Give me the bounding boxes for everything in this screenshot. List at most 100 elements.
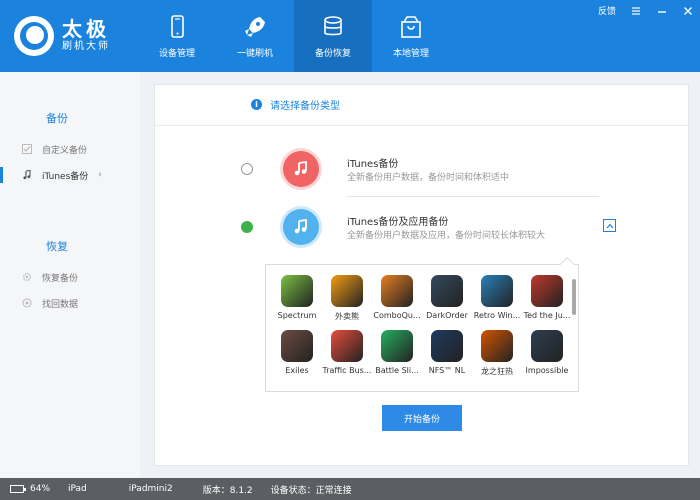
nav-label: 本地管理	[392, 48, 429, 59]
status-bar: 64% iPad iPadmini2 版本：8.1.2 设备状态：正常连接	[0, 478, 700, 500]
panel-title: i 请选择备份类型	[251, 97, 340, 112]
app-icon	[331, 275, 363, 307]
battery-icon	[10, 485, 26, 493]
device-state: 设备状态：正常连接	[270, 485, 352, 496]
app-icon	[531, 330, 563, 362]
app-label: Ted the Ju...	[523, 311, 571, 320]
sidebar-item-restore-backup[interactable]: 恢复备份	[0, 264, 140, 290]
app-item[interactable]: Exiles	[272, 330, 322, 377]
app-label: ComboQu...	[373, 311, 421, 320]
app-icon	[331, 330, 363, 362]
device-name: iPadmini2	[128, 484, 173, 494]
music-note-icon	[283, 209, 319, 245]
target-icon	[22, 298, 32, 308]
option-itunes-backup[interactable]: iTunes备份 全新备份用户数据，备份时间和体积适中	[241, 149, 621, 189]
taichi-logo-icon	[14, 16, 54, 56]
menu-icon[interactable]	[630, 5, 642, 17]
app-icon	[381, 330, 413, 362]
app-label: 外卖熊	[335, 312, 359, 321]
minimize-icon[interactable]	[656, 5, 668, 17]
option-description: 全新备份用户数据及应用，备份时间较长体积较大	[347, 231, 546, 241]
app-item[interactable]: Battle Sli...	[372, 330, 422, 377]
app-item[interactable]: NFS™ NL	[422, 330, 472, 377]
close-icon[interactable]	[682, 5, 694, 17]
radio-itunes-backup[interactable]	[241, 163, 253, 175]
option-name: iTunes备份及应用备份	[347, 217, 449, 228]
app-icon	[531, 275, 563, 307]
music-note-icon	[22, 170, 32, 180]
app-header: 太极 刷机大师 设备管理 一键刷机 备份恢复 本地管理 反馈	[0, 0, 700, 72]
sidebar-item-label: 找回数据	[42, 299, 79, 310]
app-item[interactable]: Spectrum	[272, 275, 322, 322]
sidebar: 备份 自定义备份 iTunes备份 › 恢复 恢复备份 找回数据	[0, 72, 140, 478]
app-item[interactable]: ComboQu...	[372, 275, 422, 322]
app-icon	[281, 275, 313, 307]
phone-icon	[171, 14, 184, 38]
app-icon	[481, 330, 513, 362]
sidebar-item-itunes-backup[interactable]: iTunes备份 ›	[0, 162, 140, 188]
app-list-box: Spectrum 外卖熊 ComboQu... DarkOrder Retro Win.…	[265, 256, 579, 392]
nav-label: 一键刷机	[236, 48, 273, 59]
main-nav: 设备管理 一键刷机 备份恢复 本地管理	[138, 0, 450, 72]
popover-notch	[559, 256, 575, 272]
app-item[interactable]: Traffic Bus...	[322, 330, 372, 377]
sidebar-item-recover-data[interactable]: 找回数据	[0, 290, 140, 316]
sidebar-item-label: 自定义备份	[42, 145, 88, 156]
app-icon	[281, 330, 313, 362]
backup-panel: i 请选择备份类型 iTunes备份 全新备份用户数据，备份时间和体积适中 iT…	[154, 84, 689, 466]
start-backup-button[interactable]: 开始备份	[382, 405, 462, 431]
logo-title: 太极	[62, 17, 110, 41]
app-item[interactable]: Ted the Ju...	[522, 275, 572, 322]
sidebar-section-restore: 恢复	[46, 240, 68, 253]
app-label: Retro Win...	[473, 311, 521, 320]
app-label: Exiles	[285, 366, 309, 375]
firmware-version: 版本：8.1.2	[202, 485, 253, 496]
app-label: Spectrum	[277, 311, 317, 320]
option-name: iTunes备份	[347, 159, 399, 170]
collapse-toggle[interactable]	[603, 219, 616, 232]
app-label: DarkOrder	[426, 311, 468, 320]
sidebar-item-label: 恢复备份	[42, 273, 79, 284]
radio-itunes-app-backup[interactable]	[241, 221, 253, 233]
app-item[interactable]: DarkOrder	[422, 275, 472, 322]
nav-label: 备份恢复	[314, 48, 351, 59]
sidebar-item-label: iTunes备份	[42, 171, 89, 182]
app-label: Traffic Bus...	[322, 366, 372, 375]
divider	[155, 125, 688, 126]
nav-label: 设备管理	[158, 48, 195, 59]
app-label: Impossible	[525, 366, 569, 375]
logo-subtitle: 刷机大师	[62, 41, 110, 52]
nav-local-management[interactable]: 本地管理	[372, 0, 450, 72]
app-icon	[481, 275, 513, 307]
sidebar-item-custom-backup[interactable]: 自定义备份	[0, 136, 140, 162]
app-label: 龙之狂热	[481, 367, 513, 376]
chevron-right-icon: ›	[98, 170, 102, 180]
nav-backup-restore[interactable]: 备份恢复	[294, 0, 372, 72]
app-label: Battle Sli...	[375, 366, 419, 375]
checkbox-icon	[22, 144, 32, 154]
battery-status: 64%	[10, 484, 50, 494]
device-type: iPad	[68, 484, 87, 494]
battery-level: 64%	[30, 484, 51, 494]
scrollbar[interactable]	[572, 279, 576, 315]
info-icon: i	[251, 99, 262, 110]
rocket-icon	[245, 16, 265, 37]
database-icon	[324, 15, 342, 35]
app-grid: Spectrum 外卖熊 ComboQu... DarkOrder Retro Win.…	[272, 275, 572, 377]
shopping-bag-icon	[401, 15, 421, 38]
app-item[interactable]: 外卖熊	[322, 275, 372, 322]
nav-one-click-flash[interactable]: 一键刷机	[216, 0, 294, 72]
app-item[interactable]: Impossible	[522, 330, 572, 377]
app-item[interactable]: Retro Win...	[472, 275, 522, 322]
feedback-link[interactable]: 反馈	[598, 4, 616, 17]
app-item[interactable]: 龙之狂热	[472, 330, 522, 377]
app-icon	[381, 275, 413, 307]
sidebar-section-backup: 备份	[46, 112, 68, 125]
panel-title-text: 请选择备份类型	[270, 101, 340, 112]
window-controls: 反馈	[598, 4, 694, 17]
app-icon	[431, 330, 463, 362]
music-note-icon	[283, 151, 319, 187]
option-itunes-app-backup[interactable]: iTunes备份及应用备份 全新备份用户数据及应用，备份时间较长体积较大	[241, 207, 621, 247]
nav-device-management[interactable]: 设备管理	[138, 0, 216, 72]
app-icon	[431, 275, 463, 307]
